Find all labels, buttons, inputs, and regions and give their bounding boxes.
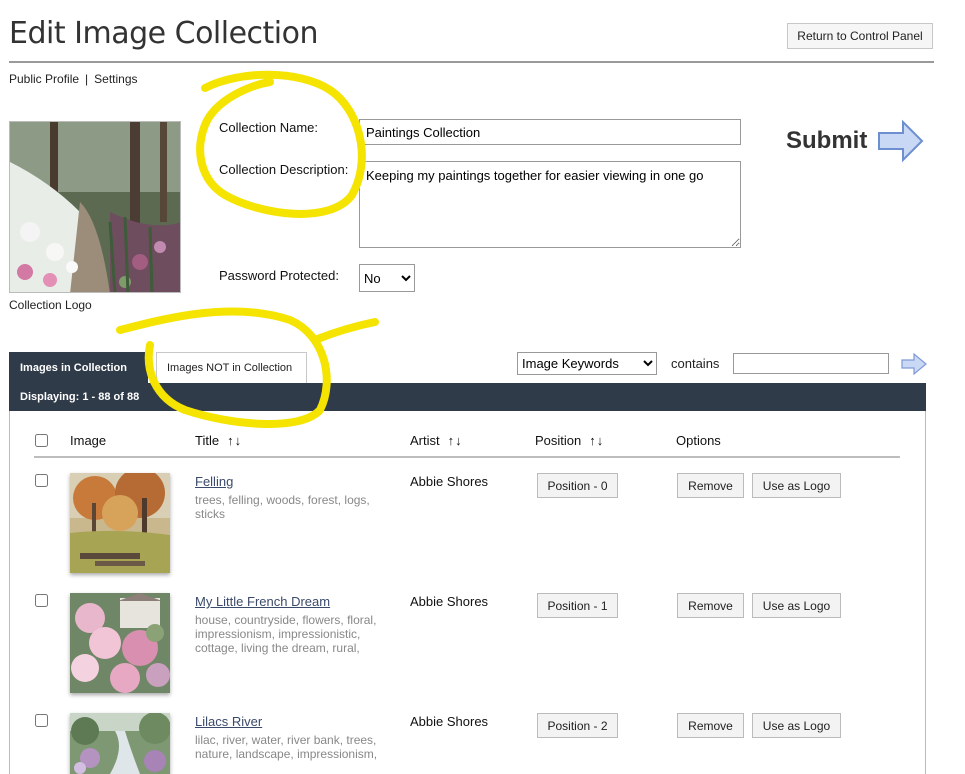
thumbnail-painting-lilacs-river	[70, 713, 170, 774]
collection-logo-image	[9, 121, 181, 293]
row-keywords: lilac, river, water, river bank, trees, …	[195, 733, 378, 761]
return-to-control-panel-button[interactable]: Return to Control Panel	[787, 23, 933, 49]
row-keywords: trees, felling, woods, forest, logs, sti…	[195, 493, 370, 521]
use-as-logo-button[interactable]: Use as Logo	[752, 473, 841, 498]
row-keywords: house, countryside, flowers, floral, imp…	[195, 613, 377, 655]
row-checkbox[interactable]	[35, 714, 48, 727]
row-title-link[interactable]: Felling	[195, 474, 233, 489]
header-divider	[34, 456, 900, 458]
title-divider	[9, 61, 934, 63]
thumbnail-painting-french-dream	[70, 593, 170, 693]
row-thumbnail[interactable]	[70, 473, 170, 573]
filter-contains-label: contains	[671, 356, 720, 371]
remove-button[interactable]: Remove	[677, 473, 744, 498]
collection-description-input[interactable]: Keeping my paintings together for easier…	[359, 161, 741, 248]
column-header-image: Image	[70, 433, 107, 448]
use-as-logo-button[interactable]: Use as Logo	[752, 713, 841, 738]
arrow-right-icon[interactable]	[901, 353, 927, 375]
collection-name-input[interactable]	[359, 119, 741, 145]
row-title-link[interactable]: Lilacs River	[195, 714, 262, 729]
remove-button[interactable]: Remove	[677, 593, 744, 618]
position-button[interactable]: Position - 0	[537, 473, 618, 498]
column-header-position-label: Position	[535, 433, 582, 448]
row-checkbox[interactable]	[35, 594, 48, 607]
column-header-position[interactable]: Position ↑↓	[535, 433, 604, 448]
row-artist: Abbie Shores	[410, 714, 489, 729]
password-protected-label: Password Protected:	[219, 268, 339, 283]
collection-logo-painting	[10, 122, 180, 292]
collection-name-label: Collection Name:	[219, 120, 318, 135]
column-header-title-label: Title	[195, 433, 220, 448]
filter-field-select[interactable]: Image Keywords	[517, 352, 657, 375]
highlight-circle-collection-fields	[196, 70, 366, 218]
position-button[interactable]: Position - 1	[537, 593, 618, 618]
column-header-artist-label: Artist	[410, 433, 440, 448]
tab-images-not-in-collection[interactable]: Images NOT in Collection	[156, 352, 307, 383]
use-as-logo-button[interactable]: Use as Logo	[752, 593, 841, 618]
select-all-checkbox[interactable]	[35, 434, 48, 447]
sort-arrows-icon[interactable]: ↑↓	[227, 433, 242, 448]
password-protected-select[interactable]: No	[359, 264, 415, 292]
position-button[interactable]: Position - 2	[537, 713, 618, 738]
collection-logo-caption: Collection Logo	[9, 298, 92, 312]
public-profile-link[interactable]: Public Profile	[9, 72, 79, 86]
submit-button[interactable]: Submit	[786, 127, 867, 155]
collection-description-label: Collection Description:	[219, 162, 349, 177]
subnav: Public Profile | Settings	[9, 72, 138, 86]
sort-arrows-icon[interactable]: ↑↓	[448, 433, 463, 448]
arrow-right-icon[interactable]	[877, 119, 925, 163]
sort-arrows-icon[interactable]: ↑↓	[589, 433, 604, 448]
row-title-link[interactable]: My Little French Dream	[195, 594, 330, 609]
displaying-count-bar: Displaying: 1 - 88 of 88	[9, 383, 926, 411]
subnav-separator: |	[85, 72, 89, 86]
row-thumbnail[interactable]	[70, 713, 170, 774]
column-header-options: Options	[676, 433, 721, 448]
row-artist: Abbie Shores	[410, 594, 489, 609]
row-thumbnail[interactable]	[70, 593, 170, 693]
filter-query-input[interactable]	[733, 353, 889, 374]
row-artist: Abbie Shores	[410, 474, 489, 489]
column-header-title[interactable]: Title ↑↓	[195, 433, 242, 448]
remove-button[interactable]: Remove	[677, 713, 744, 738]
column-header-artist[interactable]: Artist ↑↓	[410, 433, 463, 448]
row-checkbox[interactable]	[35, 474, 48, 487]
settings-link[interactable]: Settings	[94, 72, 137, 86]
thumbnail-painting-felling	[70, 473, 170, 573]
tab-images-in-collection[interactable]: Images in Collection	[9, 352, 148, 383]
page-title: Edit Image Collection	[9, 16, 319, 51]
